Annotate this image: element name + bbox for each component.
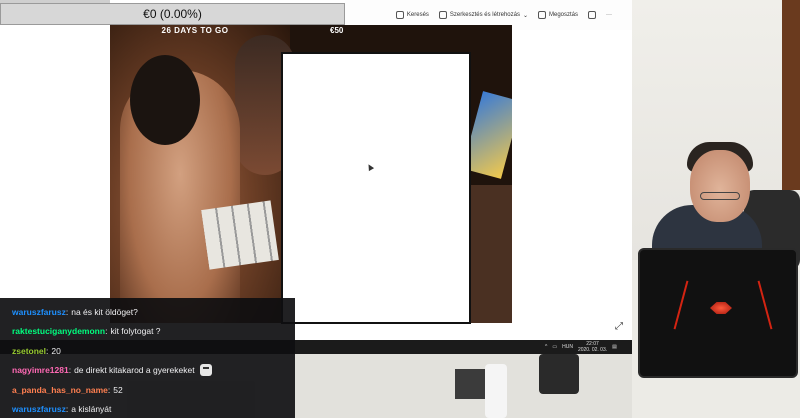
- system-tray: ^ ▭ HUN 22:07 2020. 02. 03. ▤: [545, 339, 633, 355]
- chat-overlay: waruszfarusz : na és kit öldöget? raktes…: [0, 298, 295, 418]
- chevron-down-icon: ⌄: [522, 12, 528, 19]
- chat-message: waruszfarusz : na és kit öldöget?: [12, 306, 138, 317]
- toolbar-share[interactable]: Megosztás: [537, 11, 578, 19]
- expand-icon[interactable]: ⤢: [615, 321, 623, 332]
- chat-username[interactable]: waruszfarusz: [12, 307, 66, 317]
- donation-amount: €0 (0.00%): [143, 7, 202, 21]
- toolbar-search[interactable]: Keresés: [395, 11, 429, 19]
- toolbar-more[interactable]: ···: [606, 12, 612, 18]
- toolbar-print[interactable]: [588, 11, 596, 19]
- chat-username[interactable]: waruszfarusz: [12, 404, 66, 414]
- network-icon[interactable]: ▭: [552, 344, 557, 350]
- chevron-up-icon[interactable]: ^: [545, 344, 547, 350]
- chat-username[interactable]: zsetonel: [12, 346, 46, 356]
- chat-text: 20: [51, 345, 61, 356]
- toolbar-share-label: Megosztás: [548, 12, 578, 18]
- chat-text: a kislányát: [71, 404, 112, 415]
- chat-text: de direkt kitakarod a gyerekeket: [74, 365, 195, 376]
- chat-message: raktestuciganydemonn : kit folytogat ?: [12, 326, 161, 337]
- chat-message: waruszfarusz : a kislányát: [12, 404, 112, 415]
- desk-camera-area: [295, 354, 632, 418]
- webcam-feed: [632, 0, 800, 418]
- language-indicator[interactable]: HUN: [562, 344, 573, 350]
- chat-username[interactable]: nagyimre1281: [12, 365, 69, 375]
- chat-message: a_panda_has_no_name : 52: [12, 384, 123, 395]
- donation-amount-bar: €0 (0.00%): [0, 3, 345, 25]
- chat-username[interactable]: raktestuciganydemonn: [12, 326, 105, 336]
- notification-icon[interactable]: ▤: [612, 344, 617, 350]
- more-icon: ···: [606, 12, 612, 18]
- left-blank-area: [0, 0, 110, 300]
- share-icon: [537, 11, 546, 19]
- clock[interactable]: 22:07 2020. 02. 03.: [578, 341, 607, 353]
- print-icon: [588, 11, 596, 19]
- chat-message: nagyimre1281 : de direkt kitakarod a gye…: [12, 361, 283, 381]
- clock-date: 2020. 02. 03.: [577, 347, 608, 353]
- countdown-text: 26 DAYS TO GO: [161, 26, 229, 35]
- chat-text: kit folytogat ?: [110, 326, 161, 337]
- toolbar-search-label: Keresés: [406, 12, 429, 18]
- chat-message: zsetonel : 20: [12, 345, 61, 356]
- face-emote-icon: [199, 364, 212, 377]
- chat-username[interactable]: a_panda_has_no_name: [12, 385, 108, 395]
- toolbar-edit-label: Szerkesztés és létrehozás: [449, 12, 520, 18]
- blank-cover-panel: [281, 52, 471, 324]
- edit-icon: [438, 11, 447, 19]
- laptop-logo-icon: [710, 302, 732, 314]
- price-text: €50: [330, 26, 344, 35]
- search-icon: [395, 11, 404, 19]
- chat-text: na és kit öldöget?: [71, 306, 138, 317]
- laptop: [638, 248, 798, 378]
- chat-text: 52: [113, 384, 123, 395]
- toolbar-edit[interactable]: Szerkesztés és létrehozás ⌄: [438, 11, 528, 19]
